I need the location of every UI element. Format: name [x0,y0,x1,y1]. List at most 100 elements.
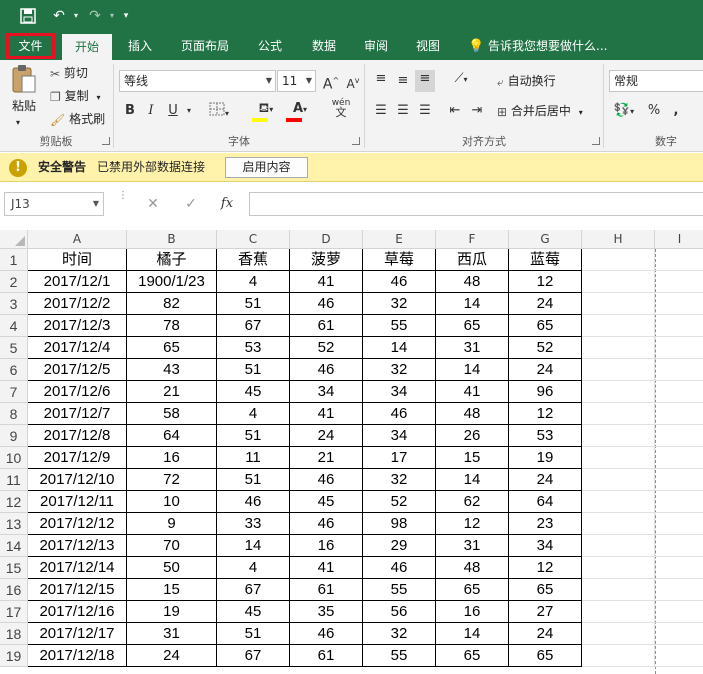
cell-b13[interactable]: 9 [127,513,217,535]
wrap-text-button[interactable]: ⤶ 自动换行 [497,72,556,91]
cell-i1[interactable] [655,249,703,271]
cell-b18[interactable]: 31 [127,623,217,645]
cell-a1[interactable]: 时间 [28,249,127,271]
paste-dropdown-icon[interactable]: ▾ [16,114,20,132]
enter-icon[interactable]: ✓ [178,192,204,216]
cell-a3[interactable]: 2017/12/2 [28,293,127,315]
cell-a17[interactable]: 2017/12/16 [28,601,127,623]
cell-h7[interactable] [582,381,655,403]
cell-g8[interactable]: 12 [509,403,582,425]
format-painter-button[interactable]: 🖌 格式刷 [50,110,105,129]
tab-insert[interactable]: 插入 [118,32,162,60]
cell-e15[interactable]: 46 [363,557,436,579]
cell-c6[interactable]: 51 [217,359,290,381]
cell-c7[interactable]: 45 [217,381,290,403]
cell-f15[interactable]: 48 [436,557,509,579]
column-header-e[interactable]: E [363,230,436,249]
cell-e12[interactable]: 52 [363,491,436,513]
row-header[interactable]: 2 [0,271,28,293]
column-header-d[interactable]: D [290,230,363,249]
cell-a12[interactable]: 2017/12/11 [28,491,127,513]
copy-button[interactable]: ❐ 复制 ▾ [50,87,100,107]
cell-e4[interactable]: 55 [363,315,436,337]
underline-dropdown-icon[interactable]: ▾ [184,102,194,120]
cell-a19[interactable]: 2017/12/18 [28,645,127,667]
cell-c19[interactable]: 67 [217,645,290,667]
cell-h13[interactable] [582,513,655,535]
row-header[interactable]: 4 [0,315,28,337]
tab-home[interactable]: 开始 [62,34,112,60]
cell-e3[interactable]: 32 [363,293,436,315]
cell-d11[interactable]: 46 [290,469,363,491]
cell-g4[interactable]: 65 [509,315,582,337]
cell-f18[interactable]: 14 [436,623,509,645]
cell-a13[interactable]: 2017/12/12 [28,513,127,535]
cell-b5[interactable]: 65 [127,337,217,359]
cell-i11[interactable] [655,469,703,491]
merge-center-button[interactable]: ⊞ 合并后居中 ▾ [497,102,583,122]
cell-g16[interactable]: 65 [509,579,582,601]
cell-i7[interactable] [655,381,703,403]
cell-f17[interactable]: 16 [436,601,509,623]
cell-c17[interactable]: 45 [217,601,290,623]
cell-b4[interactable]: 78 [127,315,217,337]
tab-data[interactable]: 数据 [302,32,346,60]
enable-content-button[interactable]: 启用内容 [225,157,308,178]
font-name-select[interactable]: 等线 ▼ [119,70,276,92]
cell-h11[interactable] [582,469,655,491]
cell-e10[interactable]: 17 [363,447,436,469]
cell-f6[interactable]: 14 [436,359,509,381]
cell-a18[interactable]: 2017/12/17 [28,623,127,645]
row-header[interactable]: 10 [0,447,28,469]
row-header[interactable]: 6 [0,359,28,381]
align-bottom-icon[interactable]: ≡ [415,70,435,92]
cell-f16[interactable]: 65 [436,579,509,601]
cell-a5[interactable]: 2017/12/4 [28,337,127,359]
cell-e8[interactable]: 46 [363,403,436,425]
row-header[interactable]: 5 [0,337,28,359]
cell-b8[interactable]: 58 [127,403,217,425]
cell-b9[interactable]: 64 [127,425,217,447]
align-top-icon[interactable]: ≡ [372,70,390,88]
cell-d13[interactable]: 46 [290,513,363,535]
cell-f1[interactable]: 西瓜 [436,249,509,271]
row-header[interactable]: 18 [0,623,28,645]
cell-e6[interactable]: 32 [363,359,436,381]
cell-c11[interactable]: 51 [217,469,290,491]
increase-indent-icon[interactable]: ⇥ [468,102,486,120]
cell-d12[interactable]: 45 [290,491,363,513]
cell-c8[interactable]: 4 [217,403,290,425]
cell-c13[interactable]: 33 [217,513,290,535]
cell-a9[interactable]: 2017/12/8 [28,425,127,447]
percent-button[interactable]: % [644,102,664,120]
cell-d5[interactable]: 52 [290,337,363,359]
cell-a11[interactable]: 2017/12/10 [28,469,127,491]
cell-b6[interactable]: 43 [127,359,217,381]
row-header[interactable]: 7 [0,381,28,403]
cell-h19[interactable] [582,645,655,667]
cell-i15[interactable] [655,557,703,579]
cell-i16[interactable] [655,579,703,601]
accounting-format-icon[interactable]: 💱▾ [610,102,638,121]
alignment-launcher-icon[interactable] [592,137,600,145]
cell-f3[interactable]: 14 [436,293,509,315]
cell-g10[interactable]: 19 [509,447,582,469]
name-box-dropdown-icon[interactable]: ▼ [93,193,99,215]
cell-h6[interactable] [582,359,655,381]
insert-function-icon[interactable]: fx [214,192,240,216]
cell-h15[interactable] [582,557,655,579]
cell-e18[interactable]: 32 [363,623,436,645]
cell-f14[interactable]: 31 [436,535,509,557]
cell-f19[interactable]: 65 [436,645,509,667]
cell-h10[interactable] [582,447,655,469]
font-launcher-icon[interactable] [352,137,360,145]
cell-d19[interactable]: 61 [290,645,363,667]
cell-i8[interactable] [655,403,703,425]
cell-c16[interactable]: 67 [217,579,290,601]
tab-page-layout[interactable]: 页面布局 [172,32,238,60]
cell-f12[interactable]: 62 [436,491,509,513]
cell-g19[interactable]: 65 [509,645,582,667]
row-header[interactable]: 8 [0,403,28,425]
cell-i18[interactable] [655,623,703,645]
cell-i2[interactable] [655,271,703,293]
